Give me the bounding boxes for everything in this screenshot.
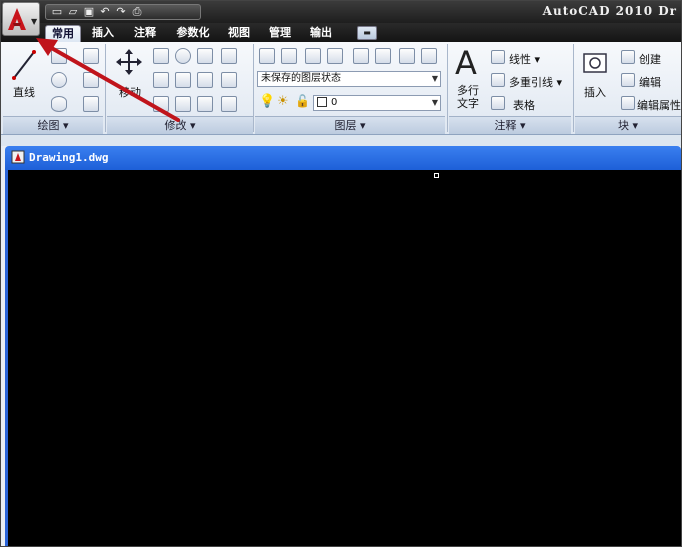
draw-panel-title[interactable]: 绘图 ▾ [3,116,103,134]
drawing-canvas[interactable] [5,170,681,546]
line-button-label[interactable]: 直线 [13,84,35,100]
create-block-icon[interactable] [621,50,635,64]
explode-icon[interactable] [221,72,237,88]
move-button-label[interactable]: 移动 [119,84,141,100]
ribbon: 直线 绘图 ▾ 移动 修改 ▾ 未保存的图层状态 ▼ 💡 ☀ 🔓 0 ▼ 图层 … [1,42,681,135]
edit-attributes-icon[interactable] [621,96,635,110]
circle-icon[interactable] [51,72,67,88]
mtext-label-line2[interactable]: 文字 [457,95,479,111]
panel-divider [253,44,254,132]
tab-home[interactable]: 常用 [45,25,81,42]
tab-manage[interactable]: 管理 [263,25,297,41]
quick-access-toolbar: ▭ ▱ ▣ ↶ ↷ ⎙ [45,4,201,20]
layer-isolate-icon[interactable] [353,48,369,64]
lightbulb-icon[interactable]: 💡 [259,94,275,109]
print-icon[interactable]: ⎙ [130,6,144,18]
layer-state-select[interactable]: 未保存的图层状态 ▼ [257,71,441,87]
document-strip [1,135,681,146]
layer-color-swatch [317,97,327,107]
rectangle-icon[interactable] [83,72,99,88]
move-icon[interactable] [115,48,143,76]
window-title: AutoCAD 2010 Dr [542,4,677,18]
table-icon[interactable] [491,96,505,110]
panel-divider [447,44,448,132]
chevron-down-icon: ▼ [431,98,438,107]
fillet-icon[interactable] [197,72,213,88]
mirror-icon[interactable] [175,72,191,88]
tab-view[interactable]: 视图 [223,25,255,41]
chevron-down-icon: ▼ [431,74,438,83]
stretch-icon[interactable] [153,72,169,88]
linear-dimension-icon[interactable] [491,50,505,64]
line-icon[interactable] [11,48,37,82]
autocad-window: ▭ ▱ ▣ ↶ ↷ ⎙ AutoCAD 2010 Dr ▼ 常用 插入 注释 参… [0,0,682,547]
tab-insert[interactable]: 插入 [87,25,119,41]
drawing-file-icon [11,150,25,164]
trim-icon[interactable] [197,48,213,64]
application-menu-button[interactable]: ▼ [2,2,40,36]
tab-output[interactable]: 输出 [305,25,337,41]
open-icon[interactable]: ▱ [66,6,80,18]
annotation-panel-title[interactable]: 注释 ▾ [449,116,571,134]
title-bar: ▭ ▱ ▣ ↶ ↷ ⎙ AutoCAD 2010 Dr [1,1,681,23]
chamfer-icon[interactable] [221,96,237,112]
multileader-icon[interactable] [491,73,505,87]
current-layer-select[interactable]: 0 ▼ [313,95,441,111]
drawing-window-header[interactable]: Drawing1.dwg [5,146,681,170]
save-icon[interactable]: ▣ [82,6,96,18]
layers-panel-title[interactable]: 图层 ▾ [255,116,445,134]
redo-icon[interactable]: ↷ [114,6,128,18]
edit-attributes-label[interactable]: 编辑属性 [637,97,681,113]
panel-divider [105,44,106,132]
autocad-logo-icon [8,8,26,30]
layer-previous-icon[interactable] [327,48,343,64]
offset-icon[interactable] [197,96,213,112]
chevron-down-icon: ▼ [31,17,38,26]
new-icon[interactable]: ▭ [50,6,64,18]
insert-block-icon[interactable] [581,48,611,78]
erase-icon[interactable] [221,48,237,64]
ribbon-minimize-button[interactable]: ▬ [357,26,377,40]
multiline-text-icon[interactable]: A [455,44,477,82]
tab-parametric[interactable]: 参数化 [171,25,215,41]
layer-unisolate-icon[interactable] [375,48,391,64]
layer-off-icon[interactable] [421,48,437,64]
array-icon[interactable] [175,96,191,112]
ribbon-tab-bar: 常用 插入 注释 参数化 视图 管理 输出 [1,23,681,42]
sun-icon[interactable]: ☀ [277,94,289,109]
edit-block-icon[interactable] [621,73,635,87]
hatch-icon[interactable] [83,96,99,112]
multileader-label[interactable]: 多重引线 ▾ [509,74,562,90]
tab-annotate[interactable]: 注释 [129,25,161,41]
lock-icon[interactable]: 🔓 [295,94,310,108]
copy-icon[interactable] [153,48,169,64]
layer-freeze-icon[interactable] [399,48,415,64]
drawing-title: Drawing1.dwg [29,151,109,164]
ellipse-icon[interactable] [51,96,67,112]
scale-icon[interactable] [153,96,169,112]
linear-dimension-label[interactable]: 线性 ▾ [509,51,540,67]
arc-icon[interactable] [83,48,99,64]
rotate-icon[interactable] [175,48,191,64]
create-block-label[interactable]: 创建 [639,51,661,67]
layer-stack-icon[interactable] [281,48,297,64]
block-panel-title[interactable]: 块 ▾ [575,116,681,134]
panel-divider [573,44,574,132]
insert-block-label[interactable]: 插入 [584,84,606,100]
table-label[interactable]: 表格 [513,97,535,113]
undo-icon[interactable]: ↶ [98,6,112,18]
polyline-icon[interactable] [51,48,67,64]
layer-match-icon[interactable] [305,48,321,64]
modify-panel-title[interactable]: 修改 ▾ [107,116,253,134]
edit-block-label[interactable]: 编辑 [639,74,661,90]
layer-properties-icon[interactable] [259,48,275,64]
crosshair-cursor [434,173,439,178]
